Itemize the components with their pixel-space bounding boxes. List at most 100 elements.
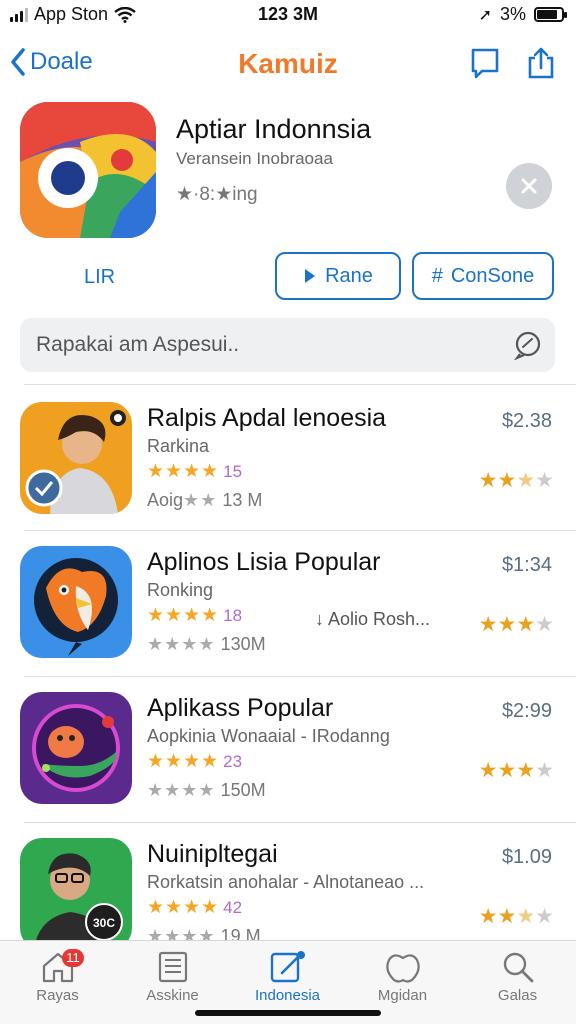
row-price[interactable]: $2.38 xyxy=(502,410,552,433)
consone-label: ConSone xyxy=(450,264,535,287)
size-prefix: Aoig xyxy=(147,490,184,510)
rating-star: ★ xyxy=(516,905,536,928)
tab-asskine[interactable]: Asskine xyxy=(115,947,230,1004)
tab-indonesia[interactable]: Indonesia xyxy=(230,947,345,1004)
tab-rayas[interactable]: 11 Rayas xyxy=(0,947,115,1004)
lir-link[interactable]: LIR xyxy=(84,266,115,289)
rating-count: 23 xyxy=(223,752,243,771)
rating-count: 42 xyxy=(223,898,243,917)
bookmark-button[interactable] xyxy=(468,46,502,80)
row-stars: ★★★★ 15 xyxy=(147,460,242,483)
rating-star: ★ xyxy=(478,613,498,636)
row-price[interactable]: $1.09 xyxy=(502,846,552,869)
apple-icon xyxy=(345,947,460,987)
list-item[interactable]: Aplinos Lisia Popular Ronking ★★★★ 18 ↓ A… xyxy=(0,546,576,686)
divider xyxy=(24,676,576,677)
search-field[interactable]: Rapakai am Aspesui.. xyxy=(20,318,555,372)
stars: ★★★★ xyxy=(147,751,220,772)
rating-star: ★ xyxy=(497,613,517,636)
tab-label: Rayas xyxy=(36,987,79,1004)
row-subtitle: Aopkinia Wonaaial - IRodanng xyxy=(147,726,390,746)
rating-star: ★ xyxy=(497,759,517,782)
rating-star: ★ xyxy=(516,613,536,636)
rating-star: ★ xyxy=(478,759,498,782)
app-icon-nuinipltegai: 30C xyxy=(20,838,132,950)
rating-star: ★ xyxy=(478,469,498,492)
search-icon xyxy=(460,947,575,987)
right-stars: ★★★★ xyxy=(479,612,554,637)
share-button[interactable] xyxy=(524,46,558,80)
app-title: Aptiar Indonnsia xyxy=(176,114,372,144)
size-stars: ★★ xyxy=(183,490,218,510)
rating-star: ★ xyxy=(535,759,554,782)
row-extra: ↓ Aolio Rosh... xyxy=(315,609,431,629)
size-stars: ★★★★ xyxy=(147,634,216,654)
tab-label: Asskine xyxy=(146,987,199,1004)
consone-button[interactable]: # ConSone xyxy=(412,252,554,300)
right-stars: ★★★★ xyxy=(479,904,554,929)
rating-star: ★ xyxy=(497,905,517,928)
tab-mgidan[interactable]: Mgidan xyxy=(345,947,460,1004)
rating-star: ★ xyxy=(516,759,536,782)
rating-star: ★ xyxy=(535,613,554,636)
divider xyxy=(24,530,576,531)
app-subtitle: Veransein Inobraoaa xyxy=(176,149,333,168)
size-value: 130M xyxy=(220,634,266,654)
row-size: ★★★★ 150M xyxy=(147,780,266,801)
rane-label: Rane xyxy=(325,264,373,287)
app-icon-aplinos xyxy=(20,546,132,658)
tab-galas[interactable]: Galas xyxy=(460,947,575,1004)
edit-icon xyxy=(230,947,345,987)
home-icon xyxy=(0,947,115,987)
app-rating: ★·8:★ing xyxy=(176,184,258,205)
divider xyxy=(24,384,576,385)
play-icon xyxy=(305,269,316,283)
stars: ★★★★ xyxy=(147,461,220,482)
rating-star: ★ xyxy=(478,905,498,928)
app-icon-ralpis xyxy=(20,402,132,514)
row-price[interactable]: $1:34 xyxy=(502,554,552,577)
status-right: ➚ 3% xyxy=(479,4,567,25)
right-stars: ★★★★ xyxy=(479,468,554,493)
rating-star: ★ xyxy=(535,469,554,492)
row-title: Aplinos Lisia Popular xyxy=(147,548,381,576)
row-size: ★★★★ 130M xyxy=(147,634,266,655)
tab-label: Galas xyxy=(497,987,538,1004)
close-icon xyxy=(521,178,537,194)
row-size: Aoig★★ 13 M xyxy=(147,490,262,511)
stars: ★★★★ xyxy=(147,897,220,918)
rating-star: ★ xyxy=(497,469,517,492)
app-icon-aplikass xyxy=(20,692,132,804)
news-icon xyxy=(115,947,230,987)
rating-count: 18 xyxy=(223,606,243,625)
hash-icon: # xyxy=(431,264,443,287)
status-bar: App Ston 123 3M ➚ 3% xyxy=(0,0,576,30)
nav-actions xyxy=(468,46,558,80)
right-stars: ★★★★ xyxy=(479,758,554,783)
bookmark-icon xyxy=(471,48,499,79)
home-indicator xyxy=(195,1010,381,1016)
nav-bar: Doale Kamuiz xyxy=(0,40,576,90)
row-title: Aplikass Popular xyxy=(147,694,334,722)
notification-badge: 11 xyxy=(62,949,84,967)
svg-text:30C: 30C xyxy=(93,916,115,930)
rating-star: ★ xyxy=(535,905,554,928)
size-stars: ★★★★ xyxy=(147,780,216,800)
rane-button[interactable]: Rane xyxy=(275,252,401,300)
row-price[interactable]: $2:99 xyxy=(502,700,552,723)
row-title: Ralpis Apdal lenoesia xyxy=(147,404,387,432)
search-placeholder: Rapakai am Aspesui.. xyxy=(36,333,240,356)
list-item[interactable]: Ralpis Apdal lenoesia Rarkina ★★★★ 15 Aoi… xyxy=(0,402,576,542)
battery-percent: 3% xyxy=(499,4,526,24)
close-button[interactable] xyxy=(506,163,552,209)
row-stars: ★★★★ 42 xyxy=(147,896,242,919)
list-item[interactable]: Aplikass Popular Aopkinia Wonaaial - IRo… xyxy=(0,692,576,832)
tab-label: Indonesia xyxy=(254,987,321,1004)
size-value: 150M xyxy=(220,780,266,800)
tab-label: Mgidan xyxy=(377,987,428,1004)
rating-count: 15 xyxy=(223,462,243,481)
divider xyxy=(24,822,576,823)
row-title: Nuinipltegai xyxy=(147,840,278,868)
share-icon xyxy=(528,47,554,79)
chat-icon[interactable] xyxy=(513,330,543,361)
